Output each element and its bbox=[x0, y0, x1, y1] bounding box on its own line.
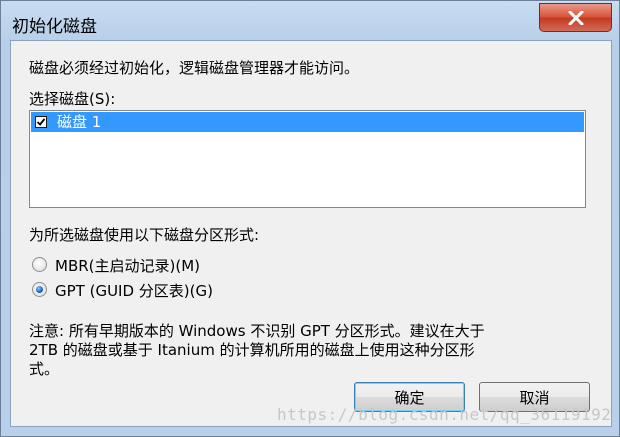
mbr-radio[interactable] bbox=[32, 257, 47, 272]
disk-item-label: 磁盘 1 bbox=[57, 113, 102, 131]
checkmark-icon bbox=[36, 118, 46, 126]
window-title: 初始化磁盘 bbox=[12, 17, 97, 37]
watermark-text: https://blog.csdn.net/qq_36119192 bbox=[277, 405, 612, 424]
select-disk-label: 选择磁盘(S): bbox=[29, 90, 116, 108]
note-text-line-2: 2TB 的磁盘或基于 Itanium 的计算机所用的磁盘上使用这种分区形 bbox=[29, 341, 475, 359]
mbr-option-label: MBR(主启动记录)(M) bbox=[55, 257, 201, 275]
title-bar[interactable]: 初始化磁盘 bbox=[1, 1, 620, 41]
description-text: 磁盘必须经过初始化，逻辑磁盘管理器才能访问。 bbox=[29, 59, 360, 77]
close-icon bbox=[568, 10, 583, 25]
disk-list-item[interactable]: 磁盘 1 bbox=[31, 112, 584, 132]
disk-checkbox[interactable] bbox=[35, 116, 47, 128]
dialog-body: 磁盘必须经过初始化，逻辑磁盘管理器才能访问。 选择磁盘(S): 磁盘 1 为所选… bbox=[10, 40, 612, 427]
disk-listbox[interactable]: 磁盘 1 bbox=[29, 110, 586, 208]
partition-style-label: 为所选磁盘使用以下磁盘分区形式: bbox=[29, 226, 260, 244]
close-button[interactable] bbox=[539, 3, 612, 32]
note-text-line-3: 式。 bbox=[29, 360, 60, 378]
note-text-line-1: 注意: 所有早期版本的 Windows 不识别 GPT 分区形式。建议在大于 bbox=[29, 322, 485, 340]
gpt-radio[interactable] bbox=[32, 282, 47, 297]
dialog-window: 初始化磁盘 磁盘必须经过初始化，逻辑磁盘管理器才能访问。 选择磁盘(S): 磁盘… bbox=[0, 0, 620, 437]
gpt-option-label: GPT (GUID 分区表)(G) bbox=[55, 282, 213, 300]
